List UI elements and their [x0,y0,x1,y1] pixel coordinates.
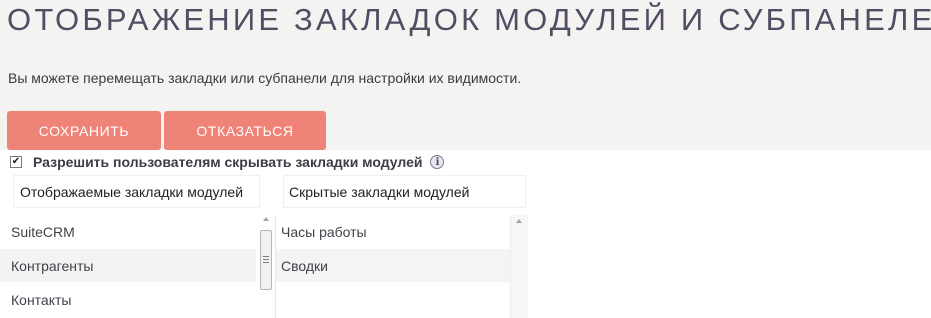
grip-icon [263,256,269,263]
displayed-tabs-list: SuiteCRM Контрагенты Контакты [0,215,256,318]
save-button[interactable]: СОХРАНИТЬ [7,111,161,150]
list-item[interactable]: Контакты [0,283,256,317]
list-item[interactable]: SuiteCRM [0,215,256,249]
displayed-tabs-scrollbar[interactable] [256,215,276,318]
hidden-tabs-scrollbar[interactable] [510,215,528,318]
hidden-tabs-list: Часы работы Сводки [276,215,510,318]
list-item[interactable]: Сводки [276,249,510,283]
scrollbar-thumb[interactable] [260,230,272,290]
allow-hide-tabs-option: ✔ Разрешить пользователям скрывать закла… [10,153,445,171]
page-title: ОТОБРАЖЕНИЕ ЗАКЛАДОК МОДУЛЕЙ И СУБПАНЕЛЕ… [7,2,931,37]
hidden-tabs-header: Скрытые закладки модулей [283,175,526,208]
cancel-button[interactable]: ОТКАЗАТЬСЯ [164,111,326,150]
checkmark-icon: ✔ [11,156,21,167]
allow-hide-tabs-checkbox[interactable]: ✔ [10,156,22,168]
displayed-tabs-header: Отображаемые закладки модулей [13,175,260,208]
list-item[interactable]: Контрагенты [0,249,256,283]
arrow-up-icon[interactable] [263,217,269,221]
arrow-up-icon[interactable] [516,219,522,223]
page-description: Вы можете перемещать закладки или субпан… [8,70,522,86]
info-icon[interactable]: i [430,155,445,169]
allow-hide-tabs-label: Разрешить пользователям скрывать закладк… [33,154,423,170]
list-item[interactable]: Часы работы [276,215,510,249]
